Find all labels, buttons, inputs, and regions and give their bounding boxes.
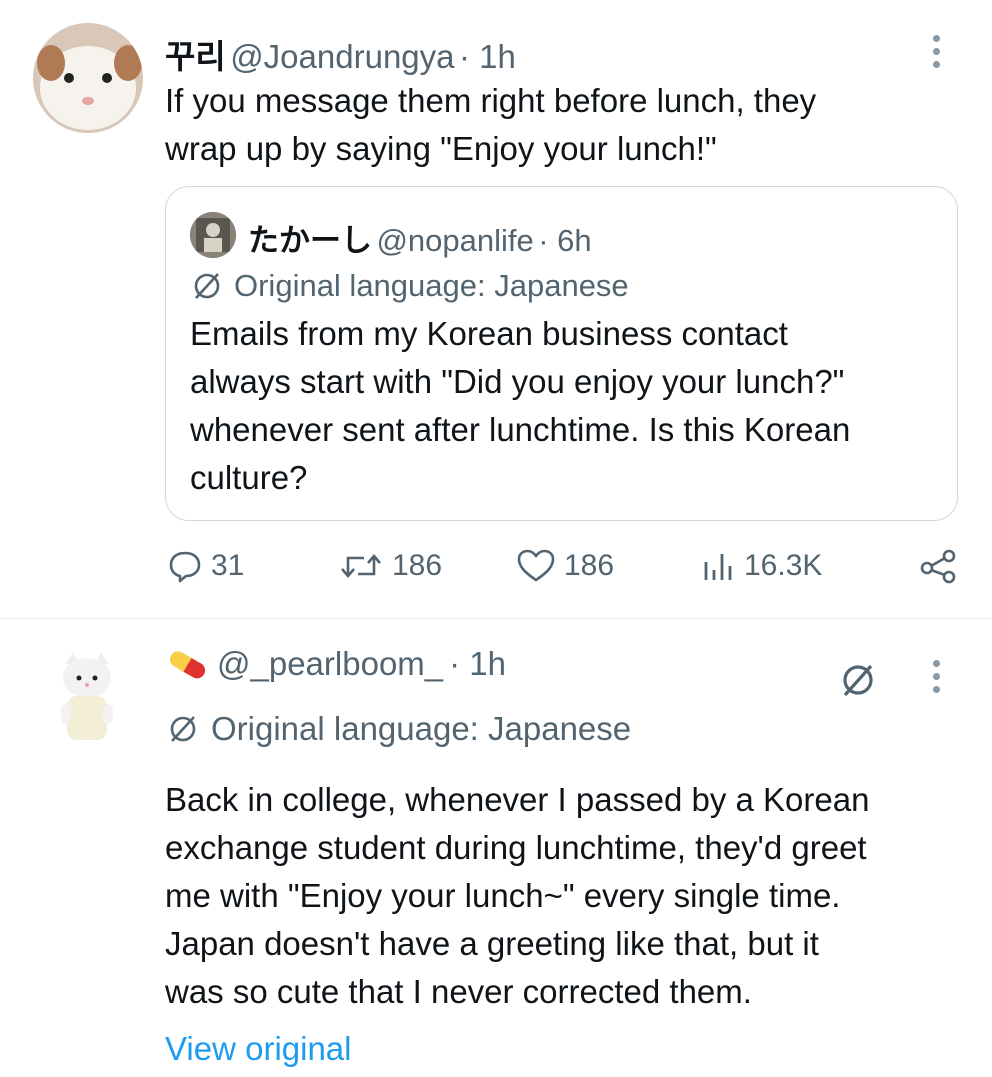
like-button[interactable]: 186 bbox=[516, 548, 614, 584]
views-count: 16.3K bbox=[744, 549, 823, 582]
quoted-header: たかーし @nopanlife · 6h bbox=[248, 215, 592, 260]
views-icon bbox=[704, 554, 732, 580]
quoted-text: Emails from my Korean business contact a… bbox=[190, 310, 950, 502]
translate-icon bbox=[843, 664, 873, 697]
translate-icon bbox=[194, 273, 220, 299]
repost-button[interactable]: 186 bbox=[338, 548, 442, 584]
translate-button[interactable] bbox=[836, 658, 880, 707]
reply-button[interactable]: 31 bbox=[167, 548, 244, 584]
tweet2-line: Back in college, whenever I passed by a … bbox=[165, 781, 870, 818]
share-button[interactable] bbox=[918, 548, 958, 584]
more-dots-icon[interactable] bbox=[933, 660, 941, 699]
timestamp[interactable]: · 6h bbox=[538, 223, 591, 258]
display-name[interactable]: 꾸리 bbox=[165, 38, 226, 75]
reply-icon bbox=[169, 551, 201, 583]
quoted-line: whenever sent after lunchtime. Is this K… bbox=[190, 411, 851, 448]
tweet2-line: was so cute that I never corrected them. bbox=[165, 973, 752, 1010]
tweet-divider bbox=[0, 618, 992, 619]
quoted-line: Emails from my Korean business contact bbox=[190, 315, 788, 352]
pill-emoji-icon[interactable] bbox=[165, 649, 211, 679]
view-original-link[interactable]: View original bbox=[165, 1030, 352, 1068]
lang-note-text: Original language: Japanese bbox=[234, 268, 629, 303]
share-icon bbox=[920, 549, 956, 584]
tweet1-line: wrap up by saying "Enjoy your lunch!" bbox=[165, 130, 717, 167]
handle[interactable]: @_pearlboom_ bbox=[217, 645, 443, 683]
tweet2-line: me with "Enjoy your lunch~" every single… bbox=[165, 877, 841, 914]
tweet1-text: If you message them right before lunch, … bbox=[165, 77, 955, 173]
reply-count: 31 bbox=[211, 549, 245, 582]
like-icon bbox=[517, 549, 555, 582]
avatar-pearlboom[interactable] bbox=[55, 652, 119, 748]
avatar-nopanlife[interactable] bbox=[190, 212, 236, 258]
display-name[interactable]: たかーし bbox=[248, 223, 372, 258]
tweet2-header: @_pearlboom_ · 1h bbox=[165, 645, 506, 683]
repost-count: 186 bbox=[392, 549, 443, 582]
tweet1-header: 꾸리 @Joandrungya · 1h bbox=[165, 30, 516, 78]
lang-note-text: Original language: Japanese bbox=[211, 710, 632, 747]
tweet2-lang-note: Original language: Japanese bbox=[165, 710, 631, 748]
more-dots-icon[interactable] bbox=[933, 35, 941, 74]
handle[interactable]: @Joandrungya bbox=[230, 38, 454, 75]
repost-icon bbox=[341, 554, 381, 578]
timestamp[interactable]: · 1h bbox=[459, 38, 516, 75]
translate-icon bbox=[170, 716, 196, 742]
tweet2-line: exchange student during lunchtime, they'… bbox=[165, 829, 867, 866]
tweet1-line: If you message them right before lunch, … bbox=[165, 82, 817, 119]
cat-figure-avatar-icon bbox=[61, 652, 113, 740]
quoted-lang-note: Original language: Japanese bbox=[190, 268, 629, 304]
like-count: 186 bbox=[564, 549, 615, 582]
portrait-avatar-icon bbox=[190, 212, 236, 258]
views-button[interactable]: 16.3K bbox=[700, 548, 822, 584]
quoted-line: culture? bbox=[190, 459, 308, 496]
timestamp[interactable]: · 1h bbox=[449, 645, 506, 683]
guinea-pig-avatar-icon bbox=[33, 23, 143, 133]
handle[interactable]: @nopanlife bbox=[376, 223, 533, 258]
tweet2-text: Back in college, whenever I passed by a … bbox=[165, 776, 965, 1016]
quoted-line: always start with "Did you enjoy your lu… bbox=[190, 363, 845, 400]
avatar-joandrungya[interactable] bbox=[33, 23, 143, 133]
tweet2-line: Japan doesn't have a greeting like that,… bbox=[165, 925, 819, 962]
